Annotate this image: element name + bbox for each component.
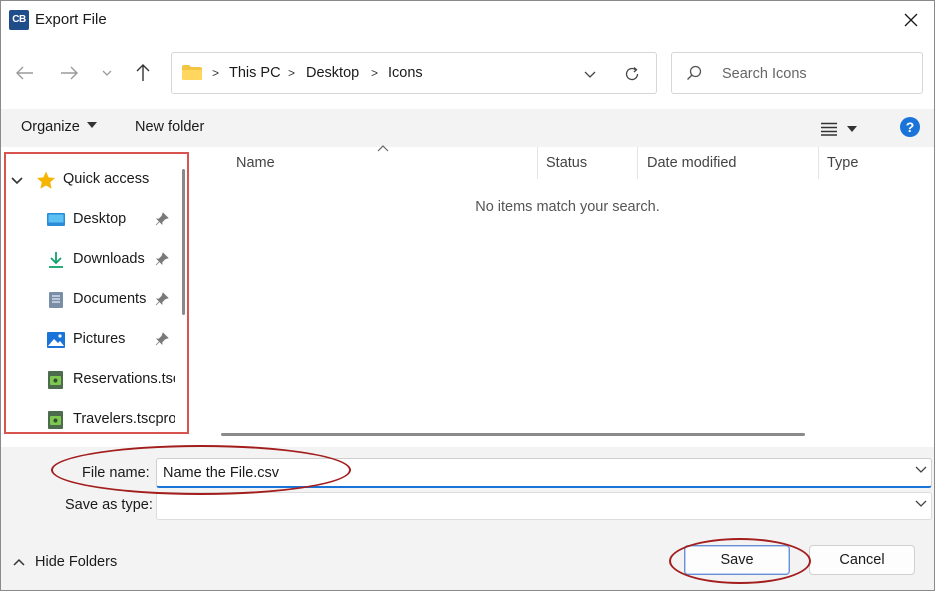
close-button[interactable] — [888, 1, 934, 39]
project-file-icon — [48, 411, 63, 429]
column-header-type[interactable]: Type — [827, 155, 858, 171]
sidebar-item-label: Travelers.tscproj — [73, 411, 175, 427]
address-history-dropdown[interactable] — [576, 61, 604, 87]
save-as-type-select[interactable] — [156, 492, 932, 520]
chevron-down-icon[interactable] — [915, 466, 927, 474]
sidebar-item-downloads[interactable]: Downloads — [47, 248, 177, 272]
quick-access-label[interactable]: Quick access — [63, 171, 149, 187]
caret-down-icon — [87, 122, 97, 128]
file-name-label: File name: — [82, 465, 150, 481]
breadcrumb-this-pc[interactable]: This PC — [229, 65, 281, 81]
arrow-left-icon — [16, 66, 33, 80]
empty-state-message: No items match your search. — [201, 199, 934, 215]
navigation-bar: > This PC > Desktop > Icons — [1, 49, 934, 97]
horizontal-scrollbar[interactable] — [221, 433, 805, 436]
pin-icon — [155, 332, 169, 346]
up-button[interactable] — [129, 59, 157, 87]
chevron-up-icon — [13, 558, 25, 566]
app-logo: CB — [9, 10, 29, 30]
file-name-input[interactable] — [163, 463, 883, 483]
arrow-up-icon — [136, 64, 150, 81]
arrow-right-icon — [61, 66, 78, 80]
column-divider[interactable] — [818, 147, 819, 179]
sidebar-scrollbar[interactable] — [182, 169, 185, 315]
dialog-title: Export File — [35, 11, 107, 28]
breadcrumb-separator: > — [212, 66, 220, 80]
chevron-down-icon — [915, 500, 927, 507]
search-input[interactable] — [722, 63, 912, 85]
project-file-icon — [48, 371, 63, 389]
pin-icon — [155, 292, 169, 306]
sidebar-item-pictures[interactable]: Pictures — [47, 328, 177, 352]
search-icon — [687, 65, 702, 80]
save-as-type-label: Save as type: — [65, 497, 153, 513]
column-header-name[interactable]: Name — [236, 155, 275, 171]
pin-icon — [155, 252, 169, 266]
download-icon — [49, 252, 63, 268]
quick-access-toggle[interactable] — [11, 171, 56, 190]
column-header-date-modified[interactable]: Date modified — [647, 155, 736, 171]
sort-ascending-icon — [377, 145, 389, 152]
navigation-pane: Quick access Desktop Downloads Documents… — [1, 147, 193, 439]
save-options-panel: File name: Save as type: Hide Folders Sa… — [1, 447, 934, 590]
desktop-icon — [47, 213, 65, 226]
caret-down-icon — [847, 126, 857, 132]
save-button[interactable]: Save — [684, 545, 790, 575]
star-icon — [37, 171, 55, 189]
breadcrumb-separator: > — [371, 66, 379, 80]
refresh-icon — [625, 67, 639, 81]
sidebar-item-travelers[interactable]: Travelers.tscproj — [47, 408, 177, 432]
sidebar-item-label: Reservations.tscproj — [73, 371, 175, 387]
document-icon — [49, 292, 63, 308]
close-icon — [904, 13, 918, 27]
list-view-icon — [821, 122, 837, 136]
new-folder-button[interactable]: New folder — [135, 119, 204, 135]
sidebar-item-documents[interactable]: Documents — [47, 288, 177, 312]
help-button[interactable]: ? — [900, 117, 920, 137]
title-bar: CB Export File — [1, 1, 934, 39]
chevron-down-icon — [102, 70, 112, 76]
back-button[interactable] — [11, 59, 39, 87]
hide-folders-label: Hide Folders — [35, 554, 118, 570]
hide-folders-button[interactable]: Hide Folders — [13, 554, 117, 570]
forward-button[interactable] — [55, 59, 83, 87]
address-bar[interactable]: > This PC > Desktop > Icons — [171, 52, 657, 94]
breadcrumb-separator: > — [288, 66, 296, 80]
empty-state-text: No items match your search. — [475, 199, 660, 215]
view-options-button[interactable] — [821, 119, 867, 139]
file-name-combobox[interactable] — [156, 458, 932, 488]
column-divider[interactable] — [637, 147, 638, 179]
folder-icon — [182, 65, 202, 80]
refresh-button[interactable] — [618, 61, 646, 87]
chevron-down-icon — [584, 71, 596, 78]
pin-icon — [155, 212, 169, 226]
column-divider[interactable] — [537, 147, 538, 179]
column-header-status[interactable]: Status — [546, 155, 587, 171]
breadcrumb-icons[interactable]: Icons — [388, 65, 423, 81]
file-list: Name Status Date modified Type No items … — [201, 145, 934, 439]
chevron-down-icon — [11, 176, 23, 184]
breadcrumb-desktop[interactable]: Desktop — [306, 65, 359, 81]
sidebar-item-desktop[interactable]: Desktop — [47, 208, 177, 232]
sidebar-item-reservations[interactable]: Reservations.tscproj — [47, 368, 177, 392]
organize-menu[interactable]: Organize — [21, 119, 80, 135]
search-box[interactable] — [671, 52, 923, 94]
export-file-dialog: CB Export File > This PC > Desktop > Ico… — [0, 0, 935, 591]
command-bar: Organize New folder ? — [1, 109, 934, 147]
recent-locations-button[interactable] — [93, 59, 121, 87]
picture-icon — [47, 332, 65, 348]
cancel-button[interactable]: Cancel — [809, 545, 915, 575]
